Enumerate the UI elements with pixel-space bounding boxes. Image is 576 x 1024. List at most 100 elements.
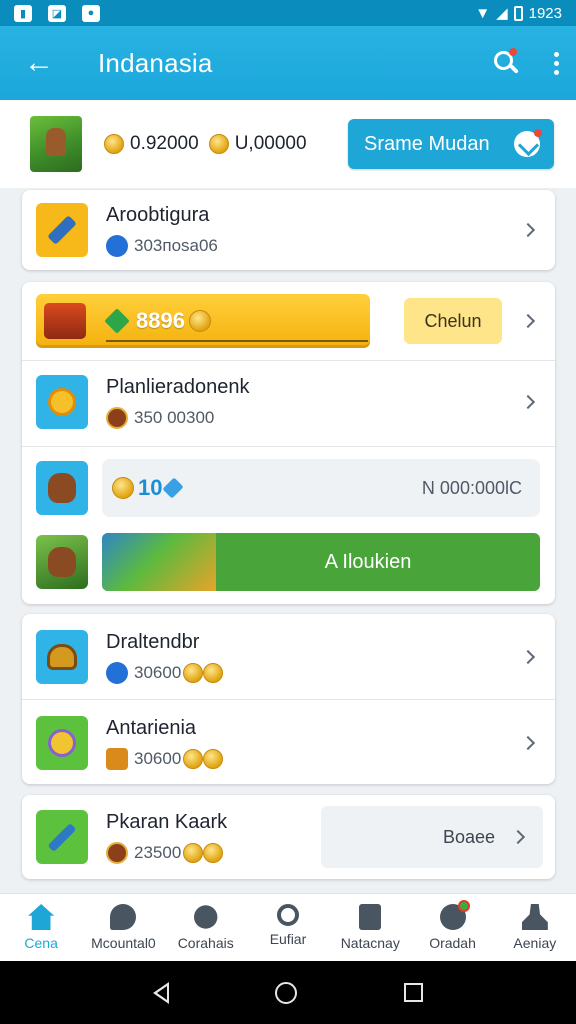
list-item[interactable]: Aroobtigura 303поsа06 (22, 200, 555, 260)
nav-item-messages[interactable]: Oradah (411, 894, 493, 961)
item-title: Antarienia (106, 716, 197, 739)
signal-icon: ◢ (496, 5, 508, 22)
nav-item-people[interactable]: Corahais (165, 894, 247, 961)
currency-balance: 0.92000 U,00000 (104, 133, 307, 155)
jungle-game-icon (36, 535, 88, 589)
coin-icon (112, 477, 134, 499)
bonus-bar[interactable]: 8896 (36, 294, 370, 348)
boost-button[interactable]: Boaee (321, 806, 543, 868)
status-right: ▼ ◢ 1923 (475, 4, 562, 23)
list-card: Pkaran Kaark 23500 Boaee (22, 795, 555, 879)
status-bar: ▮ ◪ ● ▼ ◢ 1923 (0, 0, 576, 26)
shield-icon (36, 630, 88, 684)
system-recents-icon[interactable] (403, 983, 423, 1002)
home-icon (28, 904, 55, 930)
badge-icon (106, 661, 128, 684)
sun-icon (36, 375, 88, 429)
game-banner-image (102, 533, 216, 591)
chevron-right-icon (510, 829, 526, 845)
share-button[interactable]: Srame Mudan (348, 119, 554, 169)
badge-icon (106, 747, 128, 770)
status-time: 1923 (528, 4, 562, 22)
boost-label: Boaee (442, 826, 495, 847)
list-item[interactable]: Draltendbr 30600 (22, 624, 555, 690)
coin-icon (183, 842, 204, 863)
nav-label: Mcountal0 (91, 935, 156, 951)
image-notification-icon: ◪ (48, 4, 66, 22)
system-back-icon[interactable] (153, 981, 170, 1004)
sword-icon (36, 810, 88, 864)
coin-icon (188, 310, 211, 332)
game-logo-icon (44, 303, 86, 339)
currency-2-value: U,00000 (234, 133, 307, 154)
search-icon[interactable] (492, 48, 520, 77)
item-title: Aroobtigura (106, 203, 210, 226)
list-card: Aroobtigura 303поsа06 (22, 190, 555, 270)
nav-item-chat[interactable]: Mcountal0 (82, 894, 164, 961)
item-subtitle: 30600 (134, 662, 182, 682)
badge-icon (106, 234, 128, 257)
nav-label: Natacnay (340, 935, 400, 951)
nav-item-profile[interactable]: Aeniay (494, 894, 576, 961)
item-title: Pkaran Kaark (106, 810, 228, 833)
coin-icon (203, 662, 224, 683)
coin-icon (183, 748, 204, 769)
item-title: Planlieradonenk (106, 375, 250, 398)
quest-value: 10 (138, 475, 163, 500)
nav-label: Corahais (177, 935, 234, 951)
chat-icon (110, 904, 137, 930)
chevron-right-icon (520, 649, 536, 665)
badge-icon (106, 841, 128, 864)
gem-icon (162, 477, 185, 499)
badge-icon (106, 406, 128, 429)
chevron-right-icon (520, 222, 536, 238)
coin-icon (208, 134, 229, 154)
quest-panel[interactable]: 10 N 000:000ƖC (102, 459, 540, 517)
list-item[interactable]: Planlieradonenk 350 00300 (22, 370, 555, 434)
quest-timer: N 000:000ƖC (421, 477, 522, 498)
app-bar: ← Indanasia (0, 26, 576, 100)
back-arrow-icon[interactable]: ← (24, 48, 56, 78)
hammer-icon (36, 203, 88, 257)
nav-label: Oradah (429, 935, 476, 951)
item-title: Draltendbr (106, 630, 200, 653)
claim-button[interactable]: Chelun (404, 298, 502, 344)
play-row: A Iloukien (22, 530, 555, 594)
quest-row: 10 N 000:000ƖC (22, 456, 555, 520)
share-button-label: Srame Mudan (364, 132, 490, 155)
chevron-right-icon (520, 735, 536, 751)
more-options-icon[interactable] (552, 51, 560, 75)
nav-item-home[interactable]: Cena (0, 894, 82, 961)
list-card: 8896 Chelun Planlieradonenk 350 00300 10… (22, 282, 555, 604)
character-icon (36, 461, 88, 515)
coin-icon (183, 662, 204, 683)
play-button[interactable]: A Iloukien (102, 533, 540, 591)
chevron-right-icon (520, 394, 536, 410)
heart-icon (104, 308, 130, 334)
nav-label: Aeniay (513, 935, 557, 951)
item-subtitle: 303поsа06 (134, 235, 218, 255)
app-notification-icon: ● (82, 4, 100, 22)
people-icon (194, 905, 218, 929)
nav-item-search[interactable]: Eufiar (247, 894, 329, 961)
play-button-label: A Iloukien (324, 550, 412, 573)
coin-icon (203, 748, 224, 769)
share-icon (514, 129, 542, 157)
chevron-right-icon[interactable] (520, 313, 536, 329)
system-home-icon[interactable] (275, 981, 298, 1004)
page-title: Indanasia (98, 47, 213, 78)
wifi-icon: ▼ (475, 4, 491, 22)
list-item[interactable]: Antarienia 30600 (22, 710, 555, 776)
bonus-row: 8896 Chelun (22, 290, 555, 352)
list-item[interactable]: Pkaran Kaark 23500 Boaee (22, 805, 555, 869)
notification-icon: ▮ (14, 4, 32, 22)
star-icon (36, 716, 88, 770)
nav-label: Eufiar (269, 931, 307, 947)
bottom-navigation: Cena Mcountal0 Corahais Eufiar Natacnay … (0, 893, 576, 961)
game-avatar[interactable] (30, 116, 82, 172)
document-icon (359, 904, 382, 930)
coin-icon (104, 134, 124, 154)
item-subtitle: 30600 (134, 748, 182, 768)
search-icon (276, 904, 299, 926)
nav-item-document[interactable]: Natacnay (329, 894, 411, 961)
